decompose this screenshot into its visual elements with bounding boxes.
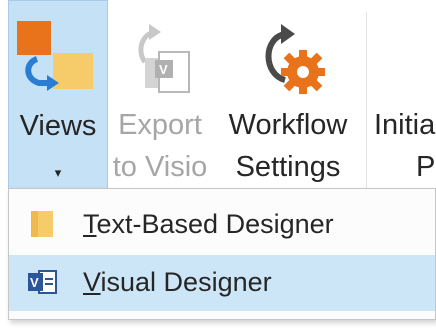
views-button[interactable]: Views ▾	[8, 0, 108, 200]
text-designer-accel: T	[83, 209, 97, 239]
chevron-down-icon: ▾	[54, 165, 62, 180]
visio-icon: V	[27, 267, 57, 297]
visual-designer-label: isual Designer	[100, 267, 272, 297]
visual-designer-accel: V	[83, 267, 101, 297]
ribbon: Views ▾ V Export to Visio Workflow Setti…	[0, 0, 436, 200]
export-label-line1: Export	[118, 109, 202, 141]
workflow-settings-button[interactable]: Workflow Settings	[212, 0, 364, 200]
ribbon-separator	[366, 12, 367, 188]
menu-item-visual-designer[interactable]: V Visual Designer	[9, 255, 435, 311]
svg-text:V: V	[30, 275, 39, 290]
svg-text:V: V	[159, 62, 168, 77]
initiation-label-line1: Initia	[374, 109, 436, 141]
views-dropdown-menu: Text-Based Designer V Visual Designer	[8, 188, 436, 320]
workflow-label-line1: Workflow	[228, 109, 348, 141]
text-designer-icon	[27, 209, 57, 239]
export-label-line2: to Visio	[112, 151, 208, 183]
workflow-label-line2: Settings	[235, 151, 341, 183]
export-to-visio-button: V Export to Visio	[108, 0, 212, 200]
text-designer-label: ext-Based Designer	[96, 209, 334, 239]
workflow-gear-icon	[212, 12, 364, 104]
menu-item-text-based-designer[interactable]: Text-Based Designer	[9, 197, 435, 253]
views-label: Views	[19, 110, 97, 142]
views-icon	[9, 13, 107, 105]
export-to-visio-icon: V	[108, 12, 212, 104]
initiation-form-button[interactable]: Initia Pa	[370, 0, 436, 200]
initiation-label-line2: Pa	[416, 151, 436, 183]
